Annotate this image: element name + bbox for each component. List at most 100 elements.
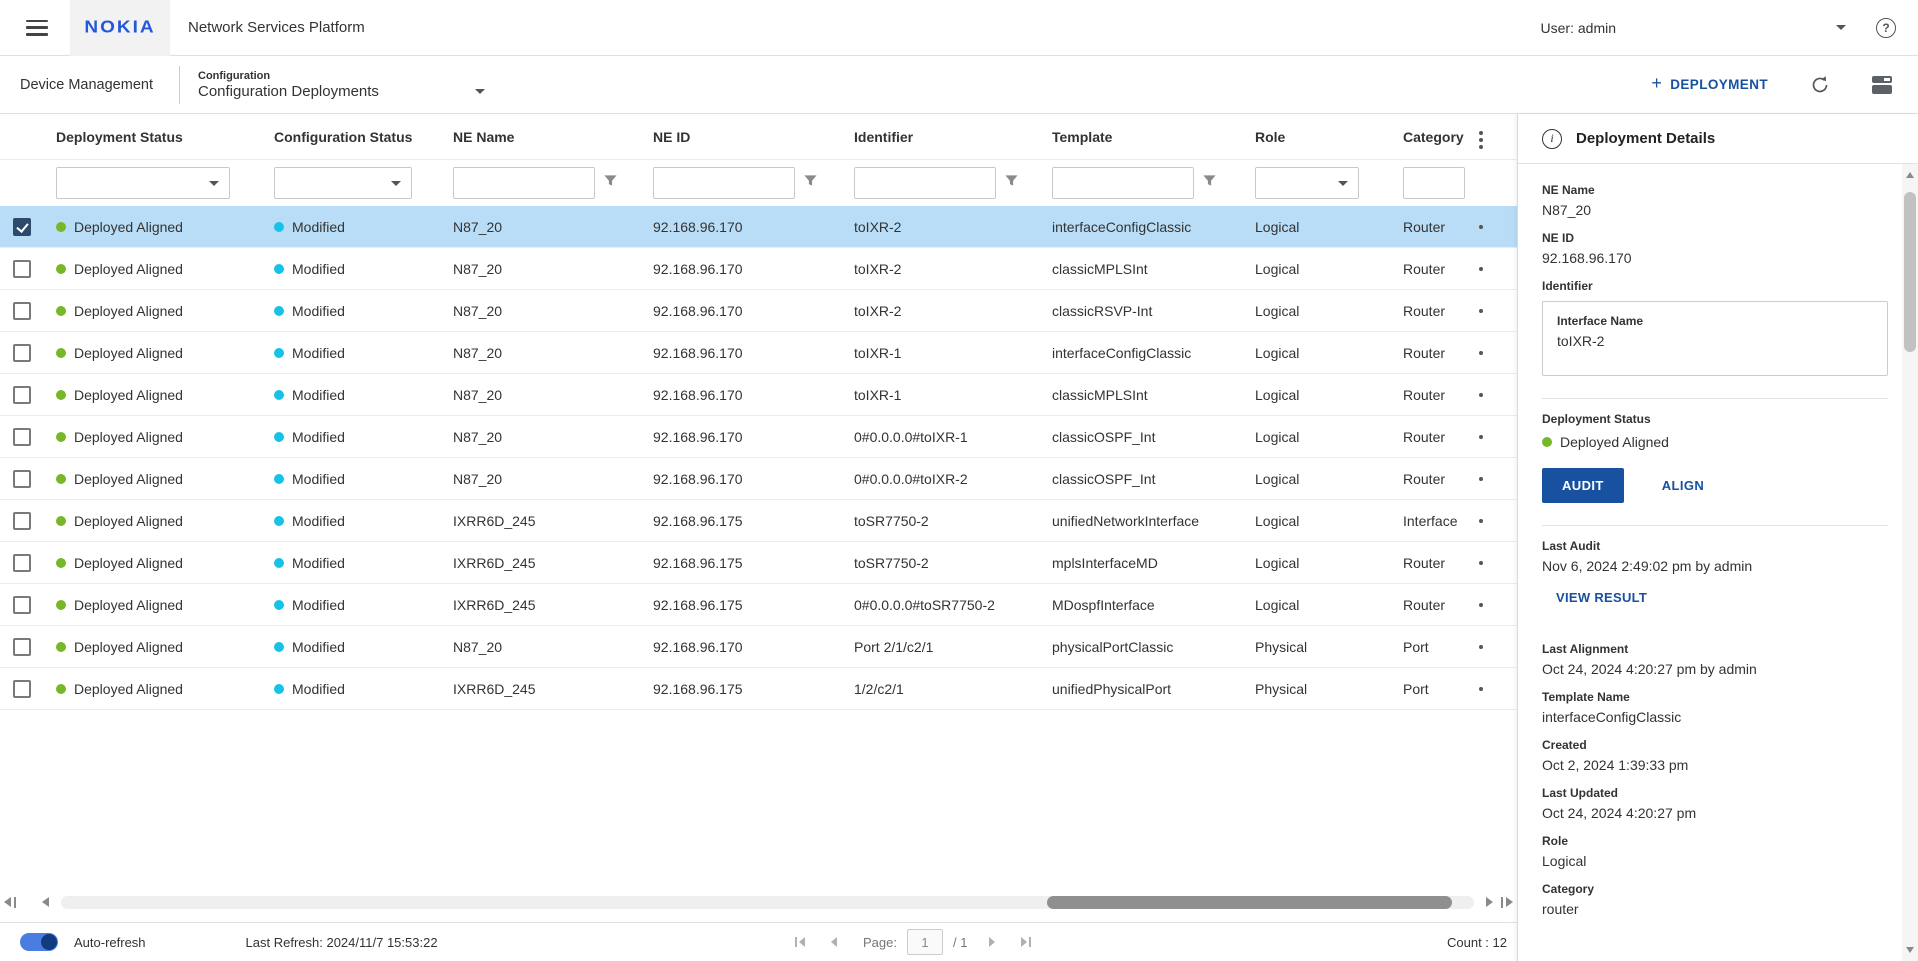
row-checkbox[interactable]: [13, 512, 31, 530]
filter-identifier-input[interactable]: [854, 167, 996, 199]
table-row[interactable]: Deployed Aligned Modified N87_20 92.168.…: [0, 248, 1517, 290]
view-result-link[interactable]: VIEW RESULT: [1556, 590, 1888, 605]
row-actions-kebab-icon[interactable]: [1479, 561, 1483, 565]
scrollbar-thumb[interactable]: [1047, 896, 1452, 909]
toolbar: Device Management Configuration Configur…: [0, 56, 1918, 114]
next-page-icon[interactable]: [989, 937, 995, 947]
row-actions-kebab-icon[interactable]: [1479, 309, 1483, 313]
row-actions-kebab-icon[interactable]: [1479, 645, 1483, 649]
ne-id-value: 92.168.96.170: [653, 639, 854, 655]
nav-device-management[interactable]: Device Management: [20, 77, 153, 93]
row-actions-kebab-icon[interactable]: [1479, 435, 1483, 439]
filter-configuration-status-select[interactable]: [274, 167, 412, 199]
row-checkbox[interactable]: [13, 260, 31, 278]
filter-category-input[interactable]: [1403, 167, 1465, 199]
row-actions-kebab-icon[interactable]: [1479, 267, 1483, 271]
role-value: Logical: [1255, 219, 1403, 235]
row-checkbox[interactable]: [13, 218, 31, 236]
row-actions-kebab-icon[interactable]: [1479, 225, 1483, 229]
column-settings-kebab-icon[interactable]: [1479, 138, 1483, 142]
role-value: Logical: [1255, 345, 1403, 361]
row-checkbox[interactable]: [13, 344, 31, 362]
table-row[interactable]: Deployed Aligned Modified N87_20 92.168.…: [0, 416, 1517, 458]
row-actions-kebab-icon[interactable]: [1479, 603, 1483, 607]
col-ne-name[interactable]: NE Name: [453, 129, 653, 145]
filter-ne-name-input[interactable]: [453, 167, 595, 199]
filter-template-input[interactable]: [1052, 167, 1194, 199]
row-checkbox[interactable]: [13, 638, 31, 656]
row-checkbox[interactable]: [13, 554, 31, 572]
table-row[interactable]: Deployed Aligned Modified IXRR6D_245 92.…: [0, 668, 1517, 710]
row-checkbox[interactable]: [13, 386, 31, 404]
scroll-left-icon[interactable]: [38, 897, 53, 907]
identifier-value: toIXR-1: [854, 345, 1052, 361]
view-picker-label: Configuration: [198, 70, 379, 82]
filter-funnel-icon[interactable]: [1004, 173, 1019, 193]
hamburger-menu-icon[interactable]: [26, 20, 48, 36]
col-deployment-status[interactable]: Deployment Status: [56, 129, 274, 145]
template-value: classicMPLSInt: [1052, 387, 1255, 403]
panel-scrollbar-thumb[interactable]: [1904, 192, 1916, 352]
refresh-icon[interactable]: [1810, 75, 1830, 95]
table-row[interactable]: Deployed Aligned Modified IXRR6D_245 92.…: [0, 584, 1517, 626]
filter-funnel-icon[interactable]: [803, 173, 818, 193]
deployment-status-value: Deployed Aligned: [74, 387, 183, 403]
row-actions-kebab-icon[interactable]: [1479, 519, 1483, 523]
help-icon[interactable]: ?: [1876, 18, 1896, 38]
ne-id-value: 92.168.96.170: [653, 429, 854, 445]
col-configuration-status[interactable]: Configuration Status: [274, 129, 453, 145]
top-header: NOKIA Network Services Platform User: ad…: [0, 0, 1918, 56]
scroll-down-icon[interactable]: [1906, 947, 1914, 953]
scroll-far-left-icon[interactable]: [0, 897, 20, 908]
page-number-input[interactable]: [907, 929, 943, 955]
col-template[interactable]: Template: [1052, 129, 1255, 145]
filter-ne-id-input[interactable]: [653, 167, 795, 199]
scroll-far-right-icon[interactable]: [1497, 897, 1517, 908]
filter-funnel-icon[interactable]: [1202, 173, 1217, 193]
col-identifier[interactable]: Identifier: [854, 129, 1052, 145]
filter-role-select[interactable]: [1255, 167, 1359, 199]
table-filter-row: [0, 160, 1517, 206]
last-page-icon[interactable]: [1021, 937, 1031, 947]
row-count: Count : 12: [1447, 935, 1507, 950]
table-row[interactable]: Deployed Aligned Modified N87_20 92.168.…: [0, 206, 1517, 248]
scrollbar-track[interactable]: [61, 896, 1474, 909]
row-checkbox[interactable]: [13, 428, 31, 446]
row-actions-kebab-icon[interactable]: [1479, 687, 1483, 691]
col-role[interactable]: Role: [1255, 129, 1403, 145]
user-chevron-down-icon[interactable]: [1836, 25, 1846, 30]
table-row[interactable]: Deployed Aligned Modified N87_20 92.168.…: [0, 458, 1517, 500]
table-row[interactable]: Deployed Aligned Modified IXRR6D_245 92.…: [0, 542, 1517, 584]
user-menu-label[interactable]: User: admin: [1541, 20, 1616, 36]
table-row[interactable]: Deployed Aligned Modified N87_20 92.168.…: [0, 332, 1517, 374]
row-actions-kebab-icon[interactable]: [1479, 477, 1483, 481]
category-value: Router: [1403, 261, 1479, 277]
storage-icon[interactable]: [1872, 75, 1892, 95]
first-page-icon[interactable]: [795, 937, 805, 947]
deployment-status-value: Deployed Aligned: [74, 429, 183, 445]
row-actions-kebab-icon[interactable]: [1479, 393, 1483, 397]
row-checkbox[interactable]: [13, 596, 31, 614]
filter-funnel-icon[interactable]: [603, 173, 618, 193]
scroll-up-icon[interactable]: [1906, 172, 1914, 178]
add-deployment-button[interactable]: + DEPLOYMENT: [1651, 75, 1768, 94]
col-category[interactable]: Category: [1403, 129, 1479, 145]
audit-button[interactable]: AUDIT: [1542, 468, 1624, 503]
table-row[interactable]: Deployed Aligned Modified N87_20 92.168.…: [0, 374, 1517, 416]
panel-vertical-scrollbar[interactable]: [1902, 164, 1918, 961]
row-checkbox[interactable]: [13, 680, 31, 698]
table-row[interactable]: Deployed Aligned Modified N87_20 92.168.…: [0, 290, 1517, 332]
status-dot-green: [56, 264, 66, 274]
row-actions-kebab-icon[interactable]: [1479, 351, 1483, 355]
col-ne-id[interactable]: NE ID: [653, 129, 854, 145]
auto-refresh-toggle[interactable]: [20, 933, 58, 951]
filter-deployment-status-select[interactable]: [56, 167, 230, 199]
align-button[interactable]: ALIGN: [1662, 478, 1704, 493]
scroll-right-icon[interactable]: [1482, 897, 1497, 907]
table-row[interactable]: Deployed Aligned Modified N87_20 92.168.…: [0, 626, 1517, 668]
row-checkbox[interactable]: [13, 302, 31, 320]
table-row[interactable]: Deployed Aligned Modified IXRR6D_245 92.…: [0, 500, 1517, 542]
view-picker[interactable]: Configuration Configuration Deployments: [198, 70, 485, 100]
row-checkbox[interactable]: [13, 470, 31, 488]
prev-page-icon[interactable]: [831, 937, 837, 947]
